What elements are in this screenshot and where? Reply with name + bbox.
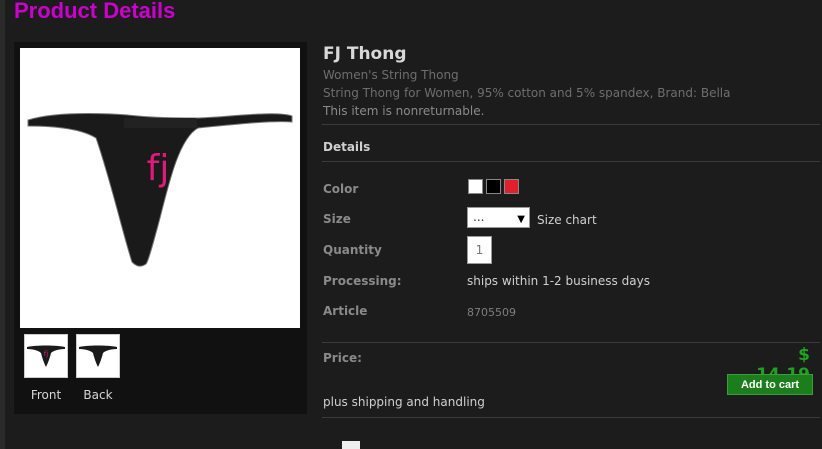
thumb-label-front: Front bbox=[30, 388, 62, 402]
size-chart-link[interactable]: Size chart bbox=[537, 213, 597, 227]
svg-text:fj: fj bbox=[44, 350, 48, 358]
dropdown-arrow-icon: ▼ bbox=[517, 214, 525, 225]
swatch-white[interactable] bbox=[468, 179, 483, 194]
shipping-note: plus shipping and handling bbox=[323, 395, 485, 409]
nonreturnable-note: This item is nonreturnable. bbox=[323, 104, 485, 118]
price-label: Price: bbox=[323, 351, 362, 365]
partial-icon bbox=[342, 441, 360, 449]
article-label: Article bbox=[323, 304, 368, 318]
article-number: 8705509 bbox=[467, 306, 516, 319]
thong-illustration: fj bbox=[27, 113, 293, 267]
thumb-label-back: Back bbox=[83, 388, 113, 402]
quantity-label: Quantity bbox=[323, 243, 382, 257]
product-description: String Thong for Women, 95% cotton and 5… bbox=[323, 86, 731, 100]
thumb-front[interactable]: fj bbox=[24, 334, 68, 378]
size-select[interactable]: ... ▼ bbox=[467, 207, 530, 228]
details-heading: Details bbox=[323, 140, 371, 154]
divider bbox=[322, 342, 820, 343]
page-title: Product Details bbox=[14, 0, 176, 23]
divider bbox=[322, 161, 820, 162]
size-label: Size bbox=[323, 212, 351, 226]
add-to-cart-button[interactable]: Add to cart bbox=[727, 374, 813, 395]
divider bbox=[322, 124, 820, 125]
product-gallery: fj fj Front Back bbox=[14, 42, 307, 414]
size-select-value: ... bbox=[473, 210, 485, 224]
color-label: Color bbox=[323, 182, 359, 196]
image-brand-text: fj bbox=[147, 148, 170, 189]
product-main-image: fj bbox=[20, 48, 300, 328]
swatch-black[interactable] bbox=[486, 179, 501, 194]
processing-value: ships within 1-2 business days bbox=[467, 274, 650, 288]
divider bbox=[322, 417, 820, 418]
swatch-red[interactable] bbox=[504, 179, 519, 194]
thong-front-thumb-icon: fj bbox=[27, 345, 65, 367]
processing-label: Processing: bbox=[323, 274, 402, 288]
page-edge bbox=[0, 0, 5, 449]
color-swatches bbox=[468, 179, 522, 198]
quantity-input[interactable]: 1 bbox=[467, 236, 492, 264]
thumb-back[interactable] bbox=[76, 334, 120, 378]
thong-back-thumb-icon bbox=[79, 345, 117, 367]
product-name: FJ Thong bbox=[323, 44, 407, 64]
product-subtitle: Women's String Thong bbox=[323, 68, 459, 82]
